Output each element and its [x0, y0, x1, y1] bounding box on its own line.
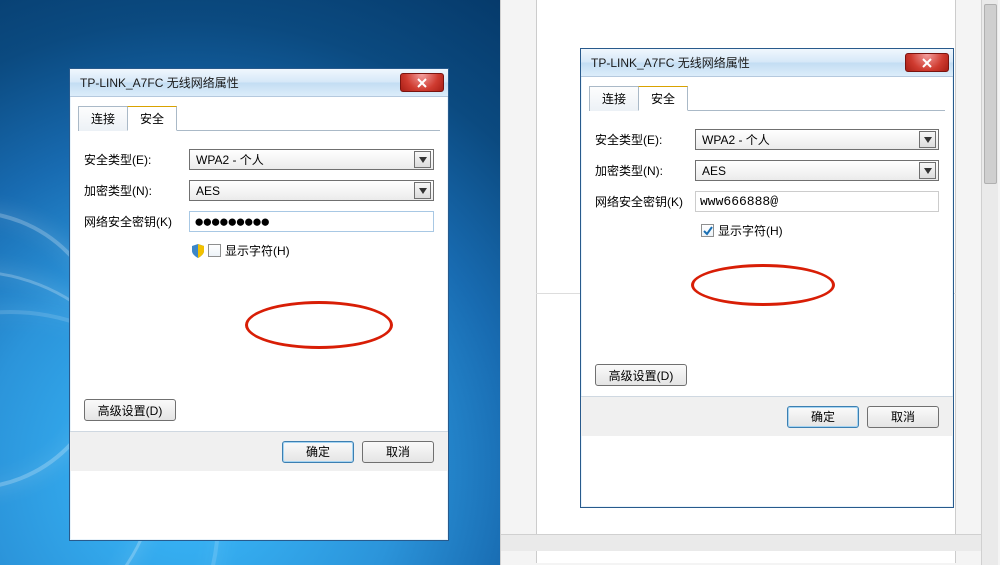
dropdown-arrow	[414, 182, 431, 199]
dropdown-arrow	[919, 131, 936, 148]
security-type-select[interactable]: WPA2 - 个人	[189, 149, 434, 170]
security-type-row: 安全类型(E): WPA2 - 个人	[84, 149, 434, 170]
dialog-titlebar[interactable]: TP-LINK_A7FC 无线网络属性	[581, 49, 953, 77]
show-chars-row: 显示字符(H)	[701, 222, 939, 239]
dropdown-arrow	[919, 162, 936, 179]
scrollbar-thumb[interactable]	[984, 4, 997, 184]
advanced-settings-button[interactable]: 高级设置(D)	[595, 364, 687, 386]
wifi-properties-dialog-shown: TP-LINK_A7FC 无线网络属性 连接 安全 安全类型(E): WPA2 …	[580, 48, 954, 508]
close-button[interactable]	[400, 73, 444, 92]
show-characters-label: 显示字符(H)	[225, 242, 290, 259]
cancel-button[interactable]: 取消	[362, 441, 434, 463]
ok-button[interactable]: 确定	[282, 441, 354, 463]
tab-security[interactable]: 安全	[638, 86, 688, 111]
close-button[interactable]	[905, 53, 949, 72]
dialog-titlebar[interactable]: TP-LINK_A7FC 无线网络属性	[70, 69, 448, 97]
vertical-scrollbar[interactable]	[981, 0, 998, 565]
security-key-value: www666888@	[700, 194, 778, 209]
encryption-type-value: AES	[702, 164, 919, 178]
dialog-tabs: 连接 安全	[78, 105, 440, 131]
security-key-value: ●●●●●●●●●	[194, 215, 268, 229]
tab-security[interactable]: 安全	[127, 106, 177, 131]
security-type-label: 安全类型(E):	[84, 151, 189, 168]
encryption-type-row: 加密类型(N): AES	[595, 160, 939, 181]
close-icon	[417, 78, 427, 88]
dialog-body: 安全类型(E): WPA2 - 个人 加密类型(N): AES 网络安全密钥(K…	[70, 131, 448, 431]
dialog-tabs: 连接 安全	[589, 85, 945, 111]
tab-connect[interactable]: 连接	[589, 86, 639, 111]
encryption-type-label: 加密类型(N):	[595, 162, 695, 179]
close-icon	[922, 58, 932, 68]
show-chars-row: 显示字符(H)	[190, 242, 434, 259]
encryption-type-select[interactable]: AES	[695, 160, 939, 181]
dialog-title: TP-LINK_A7FC 无线网络属性	[591, 54, 750, 71]
dialog-button-row: 确定 取消	[581, 396, 953, 436]
security-type-label: 安全类型(E):	[595, 131, 695, 148]
encryption-type-row: 加密类型(N): AES	[84, 180, 434, 201]
dialog-title: TP-LINK_A7FC 无线网络属性	[80, 74, 239, 91]
tab-connect[interactable]: 连接	[78, 106, 128, 131]
dialog-button-row: 确定 取消	[70, 431, 448, 471]
wifi-properties-dialog-hidden: TP-LINK_A7FC 无线网络属性 连接 安全 安全类型(E): WPA2 …	[69, 68, 449, 541]
security-type-select[interactable]: WPA2 - 个人	[695, 129, 939, 150]
security-key-label: 网络安全密钥(K)	[84, 213, 189, 230]
security-key-row: 网络安全密钥(K) ●●●●●●●●●	[84, 211, 434, 232]
dropdown-arrow	[414, 151, 431, 168]
security-key-input[interactable]: www666888@	[695, 191, 939, 212]
show-characters-label: 显示字符(H)	[718, 222, 783, 239]
cancel-button[interactable]: 取消	[867, 406, 939, 428]
uac-shield-icon	[190, 243, 206, 259]
security-key-row: 网络安全密钥(K) www666888@	[595, 191, 939, 212]
security-type-value: WPA2 - 个人	[702, 131, 919, 148]
security-key-label: 网络安全密钥(K)	[595, 193, 695, 210]
security-type-row: 安全类型(E): WPA2 - 个人	[595, 129, 939, 150]
show-characters-checkbox[interactable]	[208, 244, 221, 257]
ok-button[interactable]: 确定	[787, 406, 859, 428]
encryption-type-label: 加密类型(N):	[84, 182, 189, 199]
security-type-value: WPA2 - 个人	[196, 151, 414, 168]
show-characters-checkbox[interactable]	[701, 224, 714, 237]
dialog-body: 安全类型(E): WPA2 - 个人 加密类型(N): AES 网络安全密钥(K…	[581, 111, 953, 396]
encryption-type-select[interactable]: AES	[189, 180, 434, 201]
advanced-settings-button[interactable]: 高级设置(D)	[84, 399, 176, 421]
horizontal-scrollbar[interactable]	[501, 534, 981, 551]
encryption-type-value: AES	[196, 184, 414, 198]
security-key-input[interactable]: ●●●●●●●●●	[189, 211, 434, 232]
